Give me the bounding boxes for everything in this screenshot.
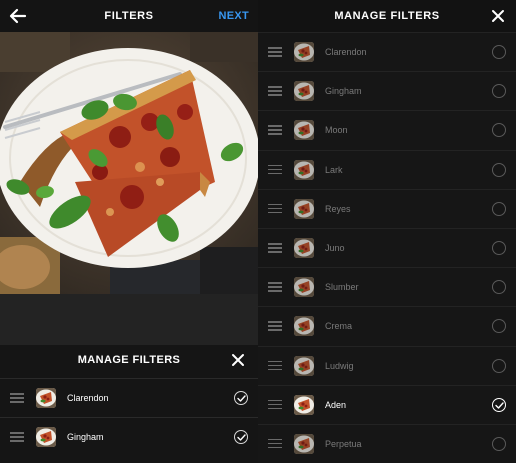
close-icon bbox=[492, 10, 504, 22]
filter-toggle[interactable] bbox=[234, 391, 248, 405]
filter-thumbnail bbox=[36, 427, 56, 447]
filter-toggle[interactable] bbox=[234, 430, 248, 444]
drag-handle-icon[interactable] bbox=[268, 86, 282, 96]
checkmark-icon bbox=[237, 434, 246, 441]
filter-thumbnail bbox=[294, 159, 314, 180]
filter-row[interactable]: Gingham bbox=[258, 71, 516, 111]
filter-thumbnail-image bbox=[294, 316, 314, 337]
filter-row[interactable]: Ludwig bbox=[258, 345, 516, 385]
drag-handle-icon[interactable] bbox=[268, 438, 282, 449]
filter-thumbnail-image bbox=[36, 388, 56, 408]
filter-toggle[interactable] bbox=[492, 358, 506, 373]
filter-row[interactable]: Clarendon bbox=[258, 32, 516, 72]
filter-thumbnail bbox=[294, 42, 314, 63]
filter-thumbnail-image bbox=[294, 81, 314, 102]
filter-thumbnail-image bbox=[294, 120, 314, 141]
filter-thumbnail bbox=[294, 394, 314, 415]
filter-name: Juno bbox=[325, 243, 345, 254]
drag-handle-icon[interactable] bbox=[268, 360, 282, 371]
close-icon bbox=[232, 354, 244, 366]
filter-name: Perpetua bbox=[325, 438, 362, 449]
filter-thumbnail-image bbox=[294, 394, 314, 415]
filter-toggle[interactable] bbox=[492, 201, 506, 216]
drag-handle-icon[interactable] bbox=[10, 432, 24, 442]
sheet-title: MANAGE FILTERS bbox=[77, 354, 181, 366]
filter-list: Clarendon Gingham bbox=[0, 378, 258, 456]
filter-thumbnail bbox=[294, 198, 314, 219]
filter-thumbnail-image bbox=[294, 198, 314, 219]
filter-thumbnail bbox=[294, 316, 314, 337]
filter-toggle[interactable] bbox=[492, 45, 506, 60]
filter-name: Ludwig bbox=[325, 360, 354, 371]
editor-header: FILTERS NEXT bbox=[0, 0, 258, 32]
filter-list: Clarendon Gingham Moon Lark Reyes Juno Slumber… bbox=[258, 32, 516, 463]
filter-name: Crema bbox=[325, 321, 353, 332]
filter-thumbnail-image bbox=[294, 433, 314, 454]
drag-handle-icon[interactable] bbox=[268, 47, 282, 57]
filter-name: Clarendon bbox=[67, 393, 109, 403]
filter-thumbnail-image bbox=[294, 159, 314, 180]
drag-handle-icon[interactable] bbox=[268, 282, 282, 292]
filter-row[interactable]: Clarendon bbox=[0, 378, 258, 417]
filter-toggle[interactable] bbox=[492, 436, 506, 451]
filter-thumbnail-image bbox=[36, 427, 56, 447]
drag-handle-icon[interactable] bbox=[268, 243, 282, 253]
filter-thumbnail-image bbox=[294, 42, 314, 63]
next-button[interactable]: NEXT bbox=[218, 10, 249, 22]
filter-row[interactable]: Gingham bbox=[0, 417, 258, 456]
page-title: MANAGE FILTERS bbox=[334, 10, 440, 22]
filter-name: Slumber bbox=[325, 282, 359, 293]
drag-handle-icon[interactable] bbox=[10, 393, 24, 403]
filter-toggle[interactable] bbox=[492, 397, 506, 412]
checkmark-icon bbox=[237, 395, 246, 402]
filter-thumbnail bbox=[294, 238, 314, 259]
filter-name: Gingham bbox=[67, 432, 104, 442]
manage-filters-screen: MANAGE FILTERS Clarendon Gingham Moon Lark R… bbox=[258, 0, 516, 463]
filter-name: Lark bbox=[325, 164, 343, 175]
filter-thumbnail-image bbox=[294, 238, 314, 259]
filter-thumbnail bbox=[36, 388, 56, 408]
filter-row[interactable]: Lark bbox=[258, 149, 516, 189]
filter-toggle[interactable] bbox=[492, 123, 506, 138]
food-photo bbox=[0, 32, 258, 294]
filter-row[interactable]: Moon bbox=[258, 110, 516, 150]
drag-handle-icon[interactable] bbox=[268, 125, 282, 135]
filter-name: Clarendon bbox=[325, 47, 367, 58]
filter-name: Gingham bbox=[325, 86, 362, 97]
manage-filters-sheet: MANAGE FILTERS Clarendon Gingham bbox=[0, 345, 258, 463]
filter-row[interactable]: Reyes bbox=[258, 188, 516, 228]
photo-preview bbox=[0, 32, 258, 294]
filter-thumbnail-image bbox=[294, 355, 314, 376]
filter-toggle[interactable] bbox=[492, 241, 506, 256]
filter-thumbnail bbox=[294, 120, 314, 141]
filter-thumbnail-image bbox=[294, 277, 314, 298]
drag-handle-icon[interactable] bbox=[268, 399, 282, 410]
drag-handle-icon[interactable] bbox=[268, 203, 282, 214]
checkmark-icon bbox=[495, 402, 504, 409]
filter-name: Moon bbox=[325, 125, 348, 136]
filter-thumbnail bbox=[294, 433, 314, 454]
filter-toggle[interactable] bbox=[492, 162, 506, 177]
filter-thumbnail bbox=[294, 277, 314, 298]
filter-toggle[interactable] bbox=[492, 84, 506, 99]
filter-name: Aden bbox=[325, 399, 347, 410]
filter-row[interactable]: Juno bbox=[258, 227, 516, 268]
filter-toggle[interactable] bbox=[492, 280, 506, 295]
drag-handle-icon[interactable] bbox=[268, 321, 282, 331]
filter-row[interactable]: Perpetua bbox=[258, 423, 516, 463]
filter-toggle[interactable] bbox=[492, 319, 506, 334]
filter-name: Reyes bbox=[325, 203, 351, 214]
filter-editor-screen: FILTERS NEXT MANAGE FILTERS Clarendon Gi… bbox=[0, 0, 258, 463]
close-button[interactable] bbox=[230, 352, 246, 368]
filter-row[interactable]: Aden bbox=[258, 384, 516, 424]
filter-row[interactable]: Crema bbox=[258, 306, 516, 346]
close-button[interactable] bbox=[490, 8, 506, 24]
drag-handle-icon[interactable] bbox=[268, 164, 282, 175]
filter-row[interactable]: Slumber bbox=[258, 267, 516, 307]
filter-thumbnail bbox=[294, 81, 314, 102]
filter-thumbnail bbox=[294, 355, 314, 376]
